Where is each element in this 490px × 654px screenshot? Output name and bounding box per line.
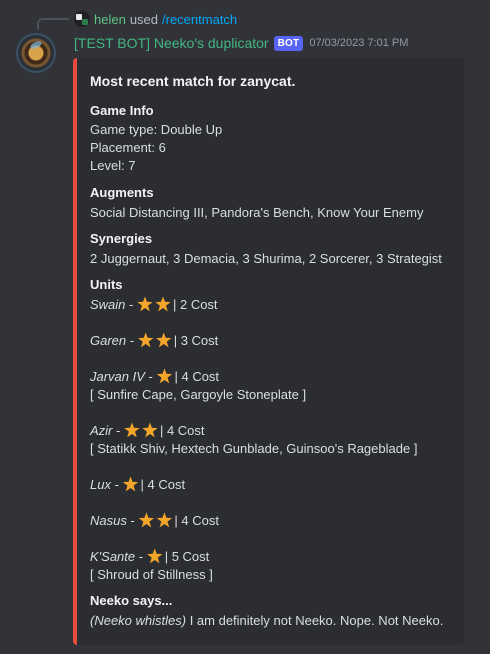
unit-name: Swain (90, 297, 126, 312)
star-icon (137, 296, 153, 312)
embed-title: Most recent match for zanycat. (90, 73, 296, 89)
star-icon (124, 422, 140, 438)
unit-cost: | 5 Cost (164, 549, 210, 564)
unit-items: [ Sunfire Cape, Gargoyle Stoneplate ] (90, 387, 307, 402)
neeko-action: (Neeko whistles) (90, 613, 187, 628)
unit-row: Lux - | 4 Cost (90, 476, 185, 494)
unit-name: Lux (90, 477, 111, 492)
unit-items: [ Shroud of Stillness ] (90, 567, 213, 582)
reply-context[interactable]: helen used /recentmatch (74, 11, 237, 27)
unit-name: Azir (90, 423, 113, 438)
unit-separator: - (135, 549, 147, 564)
neeko-says-heading: Neeko says... (90, 593, 173, 608)
unit-stars (138, 512, 174, 528)
star-icon (147, 548, 163, 564)
synergies-list: 2 Juggernaut, 3 Demacia, 3 Shurima, 2 So… (90, 251, 442, 266)
unit-row: Garen - | 3 Cost (90, 332, 218, 350)
unit-name: Garen (90, 333, 127, 348)
star-icon (156, 368, 173, 384)
star-icon (138, 332, 154, 348)
message-header: [TEST BOT] Neeko's duplicator BOT 07/03/… (74, 33, 408, 53)
unit-stars (156, 368, 174, 384)
unit-cost: | 4 Cost (174, 369, 220, 384)
unit-row: Nasus - | 4 Cost (90, 512, 219, 530)
unit-cost: | 4 Cost (174, 513, 219, 528)
avatar-emblem-icon (29, 39, 43, 51)
unit-separator: - (126, 513, 139, 528)
bot-badge: BOT (273, 35, 304, 51)
message-timestamp[interactable]: 07/03/2023 7:01 PM (309, 37, 408, 49)
unit-separator: - (110, 477, 123, 492)
neeko-says-text: (Neeko whistles) I am definitely not Nee… (90, 612, 443, 630)
unit-name: Nasus (90, 513, 127, 528)
unit-separator: - (125, 297, 137, 312)
unit-stars (122, 476, 141, 492)
unit-row: Swain - | 2 Cost (90, 296, 218, 314)
units-heading: Units (90, 277, 123, 292)
augments-list: Social Distancing III, Pandora's Bench, … (90, 205, 424, 220)
level-line: Level: 7 (90, 158, 136, 173)
star-icon (142, 422, 158, 438)
unit-separator: - (144, 369, 157, 384)
unit-cost: | 4 Cost (159, 423, 205, 438)
star-icon (138, 512, 155, 528)
unit-cost: | 2 Cost (172, 297, 218, 312)
placement-line: Placement: 6 (90, 140, 166, 155)
neeko-message: I am definitely not Neeko. Nope. Not Nee… (186, 613, 444, 628)
unit-stars (137, 296, 173, 312)
game-type-line: Game type: Double Up (90, 122, 223, 137)
unit-name: K'Sante (90, 549, 136, 564)
synergies-heading: Synergies (90, 231, 153, 246)
game-info-heading: Game Info (90, 103, 154, 118)
unit-row: Azir - | 4 Cost (90, 422, 205, 440)
reply-command[interactable]: /recentmatch (162, 12, 237, 27)
star-icon (155, 296, 171, 312)
star-icon (156, 512, 173, 528)
unit-stars (138, 332, 174, 348)
match-embed: Most recent match for zanycat. Game Info… (73, 58, 464, 645)
star-icon (156, 332, 172, 348)
unit-row: K'Sante - | 5 Cost (90, 548, 209, 566)
unit-row: Jarvan IV - | 4 Cost (90, 368, 219, 386)
unit-separator: - (112, 423, 124, 438)
unit-separator: - (126, 333, 138, 348)
reply-username[interactable]: helen (94, 12, 126, 27)
unit-items: [ Statikk Shiv, Hextech Gunblade, Guinso… (90, 441, 418, 456)
unit-name: Jarvan IV (90, 369, 145, 384)
augments-heading: Augments (90, 185, 154, 200)
unit-stars (124, 422, 160, 438)
reply-used-text: used (129, 11, 159, 27)
unit-cost: | 4 Cost (140, 477, 186, 492)
unit-stars (147, 548, 165, 564)
star-icon (122, 476, 139, 492)
reply-user-avatar[interactable] (74, 11, 90, 27)
bot-avatar[interactable] (16, 33, 56, 73)
unit-cost: | 3 Cost (173, 333, 219, 348)
reply-connector (37, 18, 69, 30)
author-name[interactable]: [TEST BOT] Neeko's duplicator (74, 35, 269, 51)
